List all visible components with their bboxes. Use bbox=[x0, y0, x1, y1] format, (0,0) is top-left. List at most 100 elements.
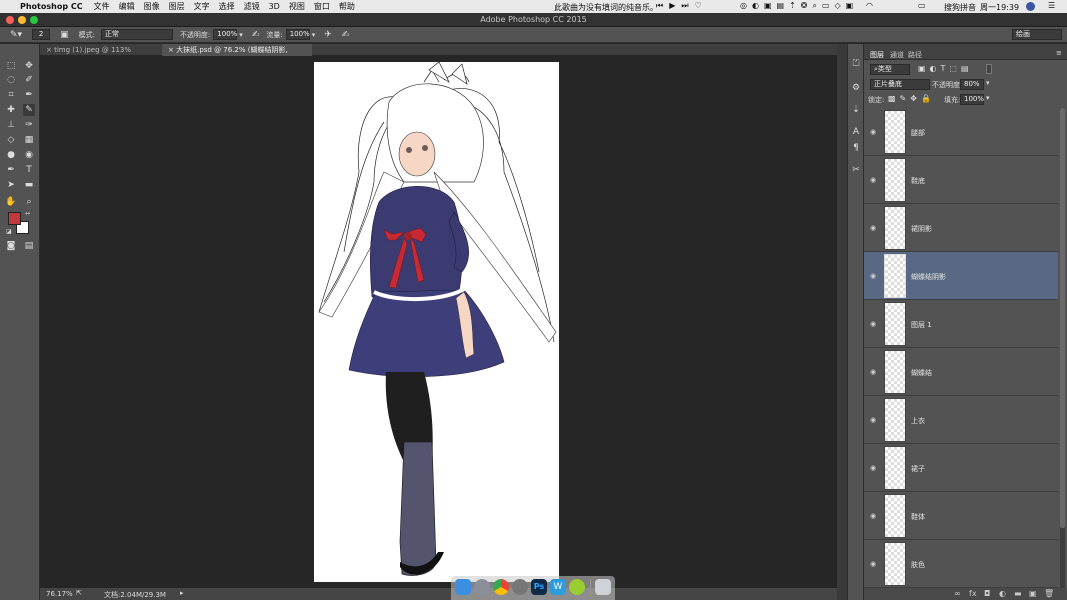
photoshop-icon[interactable]: Ps bbox=[531, 579, 547, 595]
brush-tool-icon[interactable]: ✎ bbox=[23, 104, 35, 116]
blend-mode-select[interactable]: 正片叠底 bbox=[870, 79, 930, 90]
path-selection-tool-icon[interactable]: ➤ bbox=[5, 179, 17, 191]
layer-row[interactable]: ◉ 肤色 bbox=[864, 540, 1058, 588]
layer-row[interactable]: ◉ 鞋体 bbox=[864, 492, 1058, 540]
document-tab[interactable]: × timg (1).jpeg @ 113%(RGB/8#) bbox=[40, 44, 162, 66]
dodge-tool-icon[interactable]: ◉ bbox=[23, 149, 35, 161]
menu-3d[interactable]: 3D bbox=[269, 2, 280, 11]
delete-layer-icon[interactable]: 🗑 bbox=[1044, 589, 1054, 598]
share-icon[interactable]: ⇱ bbox=[76, 589, 82, 597]
tab-paths[interactable]: 路径 bbox=[908, 50, 922, 60]
media-controls[interactable]: ⏮▶⏭♡ bbox=[656, 1, 708, 11]
menu-layer[interactable]: 图层 bbox=[169, 1, 185, 12]
pen-tool-icon[interactable]: ✒ bbox=[5, 164, 17, 176]
character-panel-icon[interactable]: A bbox=[850, 126, 862, 138]
screen-mode-icon[interactable]: ▤ bbox=[23, 240, 35, 252]
foreground-color-swatch[interactable] bbox=[8, 212, 21, 225]
wps-icon[interactable]: W bbox=[550, 579, 566, 595]
layer-opacity-dropdown-icon[interactable]: ▾ bbox=[986, 79, 990, 87]
filter-toggle-icon[interactable] bbox=[986, 64, 992, 74]
user-avatar-icon[interactable] bbox=[1026, 2, 1035, 11]
blur-tool-icon[interactable]: ● bbox=[5, 149, 17, 161]
lasso-tool-icon[interactable]: ◌ bbox=[5, 74, 17, 86]
paragraph-panel-icon[interactable]: ¶ bbox=[850, 142, 862, 154]
brush-tool-preset-icon[interactable]: ✎▾ bbox=[10, 30, 22, 40]
layer-row[interactable]: ◉ 腿部 bbox=[864, 108, 1058, 156]
system-preferences-icon[interactable] bbox=[512, 579, 528, 595]
pressure-opacity-icon[interactable]: ✍ bbox=[252, 30, 260, 40]
opacity-field[interactable]: 100% bbox=[213, 29, 237, 40]
layer-row[interactable]: ◉ 蝴蝶结 bbox=[864, 348, 1058, 396]
clock[interactable]: 周一19:39 bbox=[980, 2, 1019, 13]
add-mask-icon[interactable]: ◘ bbox=[984, 589, 990, 598]
zoom-window-button[interactable] bbox=[30, 16, 38, 24]
menu-image[interactable]: 图像 bbox=[144, 1, 160, 12]
panel-menu-icon[interactable]: ≡ bbox=[1056, 49, 1062, 57]
menu-view[interactable]: 视图 bbox=[289, 1, 305, 12]
menu-window[interactable]: 窗口 bbox=[314, 1, 330, 12]
filter-icons[interactable]: ▣◐T⬚▤ bbox=[918, 64, 973, 73]
visibility-eye-icon[interactable]: ◉ bbox=[870, 176, 876, 184]
history-brush-tool-icon[interactable]: ✑ bbox=[23, 119, 35, 131]
workspace-select[interactable]: 绘画 bbox=[1012, 29, 1062, 40]
visibility-eye-icon[interactable]: ◉ bbox=[870, 368, 876, 376]
menu-type[interactable]: 文字 bbox=[194, 1, 210, 12]
layer-name[interactable]: 蝴蝶结 bbox=[911, 368, 932, 378]
scrollbar-thumb[interactable] bbox=[1060, 108, 1065, 528]
status-menu-arrow-icon[interactable]: ▸ bbox=[180, 589, 184, 597]
healing-brush-tool-icon[interactable]: ✚ bbox=[5, 104, 17, 116]
adjustment-layer-icon[interactable]: ◐ bbox=[999, 589, 1006, 598]
layer-name[interactable]: 图层 1 bbox=[911, 320, 932, 330]
visibility-eye-icon[interactable]: ◉ bbox=[870, 464, 876, 472]
layer-name[interactable]: 裙子 bbox=[911, 464, 925, 474]
layer-opacity-field[interactable]: 80% bbox=[960, 79, 984, 90]
lock-icons[interactable]: ▩✎✥🔒 bbox=[888, 94, 935, 103]
visibility-eye-icon[interactable]: ◉ bbox=[870, 560, 876, 568]
layer-name[interactable]: 鞋底 bbox=[911, 176, 925, 186]
app-icon[interactable] bbox=[569, 579, 585, 595]
layers-scrollbar[interactable] bbox=[1060, 108, 1065, 588]
status-icons[interactable]: ◎◐▣▤⇡❂⌕▭◇▣ bbox=[740, 1, 858, 11]
wifi-icon[interactable]: ◠ bbox=[866, 1, 873, 10]
input-method-label[interactable]: 搜狗拼音 bbox=[944, 2, 976, 13]
layer-row-selected[interactable]: ◉ 蝴蝶结阴影 bbox=[864, 252, 1058, 300]
visibility-eye-icon[interactable]: ◉ bbox=[870, 224, 876, 232]
document-canvas[interactable] bbox=[314, 62, 559, 582]
finder-icon[interactable] bbox=[455, 579, 471, 595]
layer-filter-select[interactable]: ⌕类型 bbox=[870, 64, 910, 75]
brush-size-picker[interactable]: 2 bbox=[32, 29, 51, 40]
layer-row[interactable]: ◉ 鞋底 bbox=[864, 156, 1058, 204]
menu-help[interactable]: 帮助 bbox=[339, 1, 355, 12]
menu-select[interactable]: 选择 bbox=[219, 1, 235, 12]
fill-dropdown-icon[interactable]: ▾ bbox=[986, 94, 990, 102]
shape-tool-icon[interactable]: ▬ bbox=[23, 179, 35, 191]
eraser-tool-icon[interactable]: ◇ bbox=[5, 134, 17, 146]
battery-icon[interactable]: ▭ bbox=[918, 1, 926, 10]
properties-panel-icon[interactable]: ⇣ bbox=[850, 104, 862, 116]
new-group-icon[interactable]: ▬ bbox=[1014, 589, 1022, 598]
airbrush-icon[interactable]: ✈ bbox=[324, 30, 332, 40]
zoom-tool-icon[interactable]: ⌕ bbox=[23, 196, 35, 208]
menu-edit[interactable]: 编辑 bbox=[119, 1, 135, 12]
visibility-eye-icon[interactable]: ◉ bbox=[870, 272, 876, 280]
type-tool-icon[interactable]: T bbox=[23, 164, 35, 176]
layer-name[interactable]: 上衣 bbox=[911, 416, 925, 426]
clone-stamp-tool-icon[interactable]: ⊥ bbox=[5, 119, 17, 131]
fill-field[interactable]: 100% bbox=[960, 94, 984, 105]
layer-name[interactable]: 鞋体 bbox=[911, 512, 925, 522]
canvas-area[interactable] bbox=[40, 56, 837, 588]
trash-icon[interactable] bbox=[595, 579, 611, 595]
layer-name[interactable]: 蝴蝶结阴影 bbox=[911, 272, 946, 282]
notification-center-icon[interactable]: ☰ bbox=[1048, 1, 1055, 10]
close-tab-icon[interactable]: × bbox=[46, 46, 54, 54]
quick-mask-icon[interactable]: ◙ bbox=[5, 240, 17, 252]
flow-field[interactable]: 100% bbox=[285, 29, 310, 40]
quick-selection-tool-icon[interactable]: ✐ bbox=[23, 74, 35, 86]
default-colors-icon[interactable]: ◪ bbox=[6, 228, 12, 235]
move-tool-icon[interactable]: ✥ bbox=[23, 60, 35, 72]
panel-collapse-strip[interactable] bbox=[837, 44, 847, 600]
eyedropper-tool-icon[interactable]: ✒ bbox=[23, 89, 35, 101]
visibility-eye-icon[interactable]: ◉ bbox=[870, 320, 876, 328]
mode-select[interactable]: 正常 bbox=[100, 29, 173, 40]
layer-name[interactable]: 裙阴影 bbox=[911, 224, 932, 234]
